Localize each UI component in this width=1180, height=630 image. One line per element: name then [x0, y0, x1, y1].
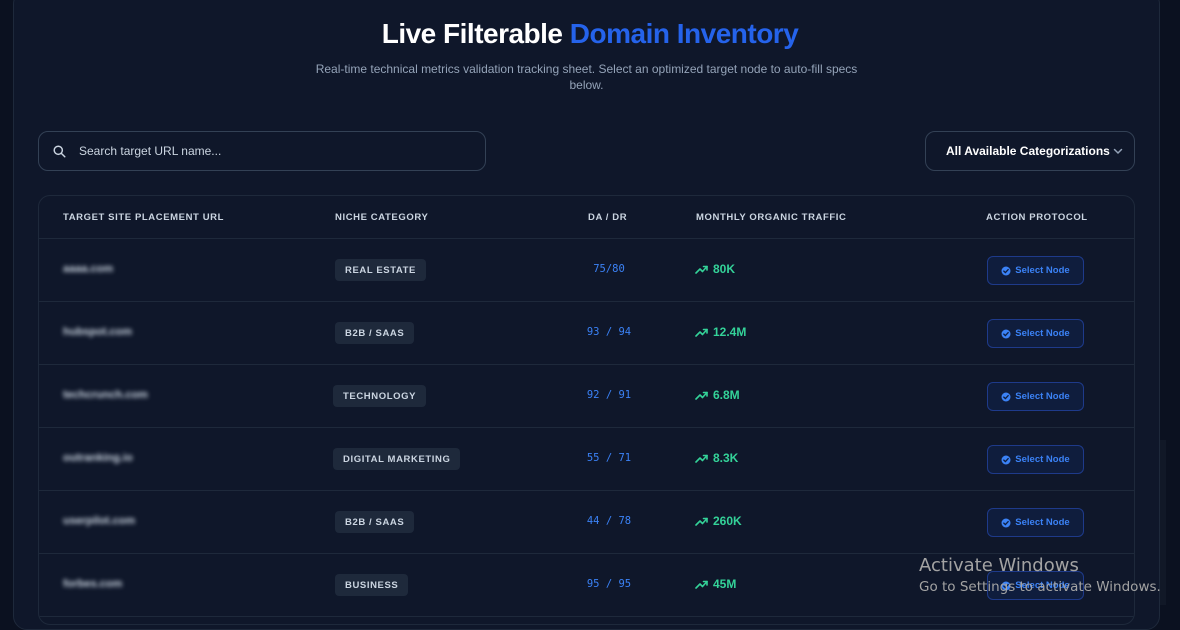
select-node-label: Select Node: [1015, 454, 1070, 465]
trending-up-icon: [695, 391, 708, 400]
column-header-category: NICHE CATEGORY: [335, 212, 429, 223]
category-badge: TECHNOLOGY: [333, 385, 427, 407]
select-node-button[interactable]: Select Node: [987, 256, 1084, 285]
traffic-value: 8.3K: [695, 451, 738, 465]
category-badge: B2B / SAAS: [335, 322, 415, 344]
page-scrollbar[interactable]: [1160, 0, 1180, 605]
traffic-value: 45M: [695, 577, 736, 591]
da-dr-value: 93 / 94: [586, 326, 632, 338]
column-header-url: TARGET SITE PLACEMENT URL: [63, 212, 225, 223]
traffic-value: 80K: [695, 262, 735, 276]
da-dr-value: 75/80: [593, 263, 625, 275]
table-header: TARGET SITE PLACEMENT URL NICHE CATEGORY…: [39, 196, 1134, 239]
table-row: outranking.io DIGITAL MARKETING 55 / 71 …: [39, 428, 1134, 491]
site-url: outranking.io: [63, 452, 133, 464]
category-badge: REAL ESTATE: [335, 259, 426, 281]
select-node-button[interactable]: Select Node: [987, 382, 1084, 411]
check-circle-icon: [1001, 266, 1011, 275]
select-node-button[interactable]: Select Node: [987, 445, 1084, 474]
traffic-text: 6.8M: [713, 388, 740, 402]
check-circle-icon: [1001, 518, 1011, 527]
da-dr-value: 95 / 95: [586, 578, 632, 590]
category-filter-select[interactable]: All Available Categorizations: [925, 131, 1135, 171]
category-badge: BUSINESS: [335, 574, 409, 596]
traffic-text: 260K: [713, 514, 742, 528]
select-node-label: Select Node: [1015, 391, 1070, 402]
chevron-down-icon: [1112, 145, 1124, 160]
trending-up-icon: [695, 517, 708, 526]
column-header-action: ACTION PROTOCOL: [986, 212, 1088, 223]
search-input[interactable]: [79, 144, 459, 158]
column-header-traffic: MONTHLY ORGANIC TRAFFIC: [696, 212, 847, 223]
page-title: Live Filterable Domain Inventory: [0, 18, 1180, 50]
site-url: techcrunch.com: [63, 389, 148, 401]
column-header-da-dr: DA / DR: [588, 212, 628, 223]
trending-up-icon: [695, 454, 708, 463]
category-filter-value: All Available Categorizations: [946, 144, 1110, 158]
traffic-text: 80K: [713, 262, 736, 276]
traffic-text: 8.3K: [713, 451, 739, 465]
site-url: aaaa.com: [63, 263, 114, 275]
category-badge: B2B / SAAS: [335, 511, 415, 533]
site-url: hubspot.com: [63, 326, 133, 338]
title-main: Live Filterable: [381, 18, 563, 49]
category-badge: DIGITAL MARKETING: [333, 448, 461, 470]
watermark-title: Activate Windows: [919, 555, 1079, 576]
site-url: forbes.com: [63, 578, 123, 590]
scrollbar-thumb[interactable]: [1160, 440, 1166, 605]
windows-activation-watermark: Activate Windows Go to Settings to activ…: [919, 555, 1161, 595]
select-node-button[interactable]: Select Node: [987, 319, 1084, 348]
check-circle-icon: [1001, 392, 1011, 401]
da-dr-value: 92 / 91: [586, 389, 632, 401]
da-dr-value: 44 / 78: [586, 515, 632, 527]
select-node-label: Select Node: [1015, 265, 1070, 276]
trending-up-icon: [695, 265, 708, 274]
select-node-button[interactable]: Select Node: [987, 508, 1084, 537]
trending-up-icon: [695, 328, 708, 337]
table-row: techcrunch.com TECHNOLOGY 92 / 91 6.8M S…: [39, 365, 1134, 428]
table-row: userpilot.com B2B / SAAS 44 / 78 260K Se…: [39, 491, 1134, 554]
watermark-subtitle: Go to Settings to activate Windows.: [919, 579, 1161, 595]
table-row: hubspot.com B2B / SAAS 93 / 94 12.4M Sel…: [39, 302, 1134, 365]
check-circle-icon: [1001, 329, 1011, 338]
traffic-value: 12.4M: [695, 325, 746, 339]
traffic-value: 260K: [695, 514, 742, 528]
select-node-label: Select Node: [1015, 517, 1070, 528]
trending-up-icon: [695, 580, 708, 589]
traffic-text: 45M: [713, 577, 737, 591]
search-icon: [39, 144, 79, 158]
page-subtitle: Real-time technical metrics validation t…: [315, 62, 858, 92]
title-accent: Domain Inventory: [569, 18, 799, 49]
check-circle-icon: [1001, 455, 1011, 464]
select-node-label: Select Node: [1015, 328, 1070, 339]
search-box[interactable]: [38, 131, 486, 171]
table-row: aaaa.com REAL ESTATE 75/80 80K Select No…: [39, 239, 1134, 302]
da-dr-value: 55 / 71: [586, 452, 632, 464]
traffic-text: 12.4M: [713, 325, 747, 339]
site-url: userpilot.com: [63, 515, 136, 527]
traffic-value: 6.8M: [695, 388, 740, 402]
